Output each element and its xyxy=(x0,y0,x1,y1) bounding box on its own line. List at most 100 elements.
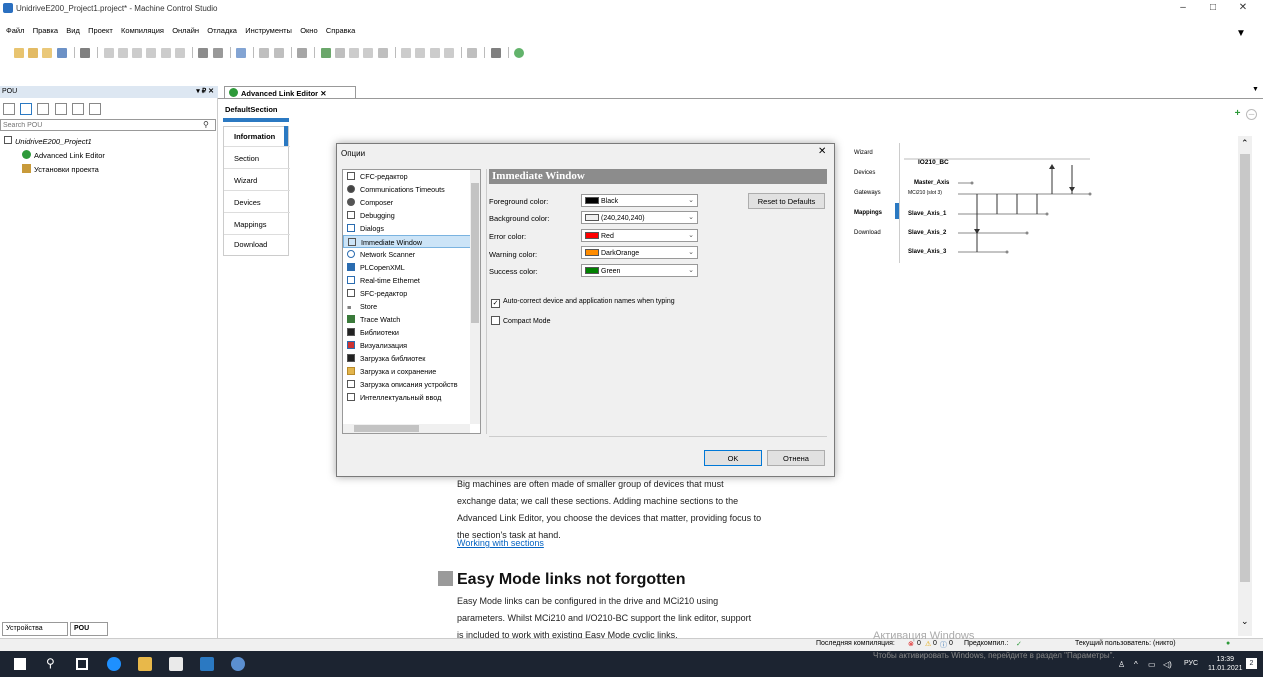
filter-icon[interactable] xyxy=(37,103,50,115)
task-view-icon[interactable] xyxy=(76,658,88,670)
explorer-icon[interactable] xyxy=(138,657,152,671)
machine-control-studio-icon[interactable] xyxy=(231,657,245,671)
undo-icon[interactable] xyxy=(103,48,114,58)
paste-icon[interactable] xyxy=(160,48,171,58)
ok-button[interactable]: OK xyxy=(704,450,762,466)
error-color-select[interactable]: Red ⌄ xyxy=(581,229,698,242)
chevron-up-icon[interactable]: ^ xyxy=(1134,660,1138,669)
save-icon[interactable] xyxy=(56,48,67,58)
section-tab[interactable]: DefaultSection xyxy=(223,102,289,118)
search-icon[interactable]: ⚲ xyxy=(203,120,209,129)
category-list-scroll-thumb[interactable] xyxy=(471,183,479,323)
add-object-icon[interactable] xyxy=(259,48,270,58)
new-project-icon[interactable] xyxy=(28,48,39,58)
tab-advanced-link-editor[interactable]: Advanced Link Editor ✕ xyxy=(224,86,356,98)
autocorrect-checkbox[interactable]: ✓ Auto-correct device and application nam… xyxy=(491,298,675,308)
working-with-sections-link[interactable]: Working with sections xyxy=(457,538,544,548)
menu-help[interactable]: Справка xyxy=(326,26,355,35)
remove-section-icon[interactable]: – xyxy=(1246,109,1257,120)
dialog-close-button[interactable]: ✕ xyxy=(818,146,826,157)
nav-information[interactable]: Information xyxy=(224,127,290,147)
foreground-color-select[interactable]: Black ⌄ xyxy=(581,194,698,207)
build-icon[interactable] xyxy=(297,48,308,58)
scroll-up-icon[interactable]: ⌃ xyxy=(1241,138,1249,149)
write-values-icon[interactable] xyxy=(467,48,478,58)
nav-wizard[interactable]: Wizard xyxy=(224,171,290,191)
pane-controls[interactable]: ▾ ₽ ✕ xyxy=(196,87,214,95)
category-list-hscroll-thumb[interactable] xyxy=(354,425,419,432)
edge-icon[interactable] xyxy=(107,657,121,671)
category-composer[interactable]: Composer xyxy=(343,196,480,209)
tab-pou[interactable]: POU xyxy=(70,622,108,636)
menu-view[interactable]: Вид xyxy=(66,26,80,35)
pou-search-input[interactable] xyxy=(0,119,216,131)
store-icon[interactable] xyxy=(169,657,183,671)
view-icon[interactable] xyxy=(89,103,102,115)
logout-icon[interactable] xyxy=(334,48,345,58)
copy-icon[interactable] xyxy=(146,48,157,58)
menu-file[interactable]: Файл xyxy=(6,26,24,35)
add-folder-icon[interactable] xyxy=(273,48,284,58)
nav-mappings[interactable]: Mappings xyxy=(224,215,290,235)
category-load-save[interactable]: Загрузка и сохранение xyxy=(343,365,480,378)
scroll-down-icon[interactable]: ⌄ xyxy=(1241,616,1249,627)
reset-icon[interactable] xyxy=(377,48,388,58)
reset-to-defaults-button[interactable]: Reset to Defaults xyxy=(748,193,825,209)
category-store[interactable]: ≡ Store xyxy=(343,300,480,313)
category-debugging[interactable]: Debugging xyxy=(343,209,480,222)
tree-root[interactable]: UnidriveE200_Project1 xyxy=(4,136,92,146)
tab-devices[interactable]: Устройства xyxy=(2,622,68,636)
close-tab-icon[interactable]: ✕ xyxy=(320,89,326,98)
menu-online[interactable]: Онлайн xyxy=(172,26,199,35)
menu-tools[interactable]: Инструменты xyxy=(245,26,292,35)
language-indicator[interactable]: РУС xyxy=(1184,660,1198,667)
category-intellisense[interactable]: Интеллектуальный ввод xyxy=(343,391,480,404)
toolbar-options-icon[interactable]: ▼ xyxy=(1236,28,1246,39)
category-plcopenxml[interactable]: PLCopenXML xyxy=(343,261,480,274)
category-comm-timeouts[interactable]: Communications Timeouts xyxy=(343,183,480,196)
find-icon[interactable] xyxy=(198,48,209,58)
delete-icon[interactable] xyxy=(174,48,185,58)
category-immediate-window[interactable]: Immediate Window xyxy=(343,235,480,248)
category-libraries[interactable]: Библиотеки xyxy=(343,326,480,339)
menu-build[interactable]: Компиляция xyxy=(121,26,164,35)
tree-item-advanced-link-editor[interactable]: Advanced Link Editor xyxy=(22,150,105,160)
cut-icon[interactable] xyxy=(132,48,143,58)
cancel-button[interactable]: Отнена xyxy=(767,450,825,466)
new-icon[interactable] xyxy=(14,48,24,58)
replace-icon[interactable] xyxy=(212,48,223,58)
step-over-icon[interactable] xyxy=(401,48,412,58)
category-sfc[interactable]: SFC-редактор xyxy=(343,287,480,300)
nav-devices[interactable]: Devices xyxy=(224,193,290,213)
sort-icon[interactable] xyxy=(3,103,15,115)
close-window-button[interactable]: ✕ xyxy=(1228,2,1258,16)
vertical-scroll-thumb[interactable] xyxy=(1240,154,1250,582)
category-cfc[interactable]: CFC-редактор xyxy=(343,170,480,183)
warning-color-select[interactable]: DarkOrange ⌄ xyxy=(581,246,698,259)
search-icon[interactable]: ⚲ xyxy=(46,656,55,670)
open-icon[interactable] xyxy=(42,48,53,58)
category-library-download[interactable]: Загрузка библиотек xyxy=(343,352,480,365)
step-out-icon[interactable] xyxy=(429,48,440,58)
menu-window[interactable]: Окно xyxy=(300,26,317,35)
stop-icon[interactable] xyxy=(363,48,374,58)
background-color-select[interactable]: (240,240,240) ⌄ xyxy=(581,211,698,224)
breakpoint-icon[interactable] xyxy=(443,48,454,58)
scan-icon[interactable] xyxy=(490,48,501,58)
print-icon[interactable] xyxy=(80,48,91,58)
window-icon[interactable] xyxy=(235,48,246,58)
menu-debug[interactable]: Отладка xyxy=(207,26,237,35)
category-device-description[interactable]: Загрузка описания устройств xyxy=(343,378,480,391)
refresh-icon[interactable] xyxy=(54,103,67,115)
category-network-scanner[interactable]: Network Scanner xyxy=(343,248,480,261)
nav-section[interactable]: Section xyxy=(224,149,290,169)
link-icon[interactable] xyxy=(20,103,33,115)
category-trace-watch[interactable]: Trace Watch xyxy=(343,313,480,326)
start-icon[interactable] xyxy=(349,48,360,58)
clock[interactable]: 13:39 11.01.2021 xyxy=(1208,655,1243,673)
minimize-button[interactable]: – xyxy=(1168,2,1198,16)
redo-icon[interactable] xyxy=(117,48,128,58)
nav-download[interactable]: Download xyxy=(224,235,290,255)
login-icon[interactable] xyxy=(320,48,331,58)
tab-list-icon[interactable]: ▼ xyxy=(1252,86,1259,93)
